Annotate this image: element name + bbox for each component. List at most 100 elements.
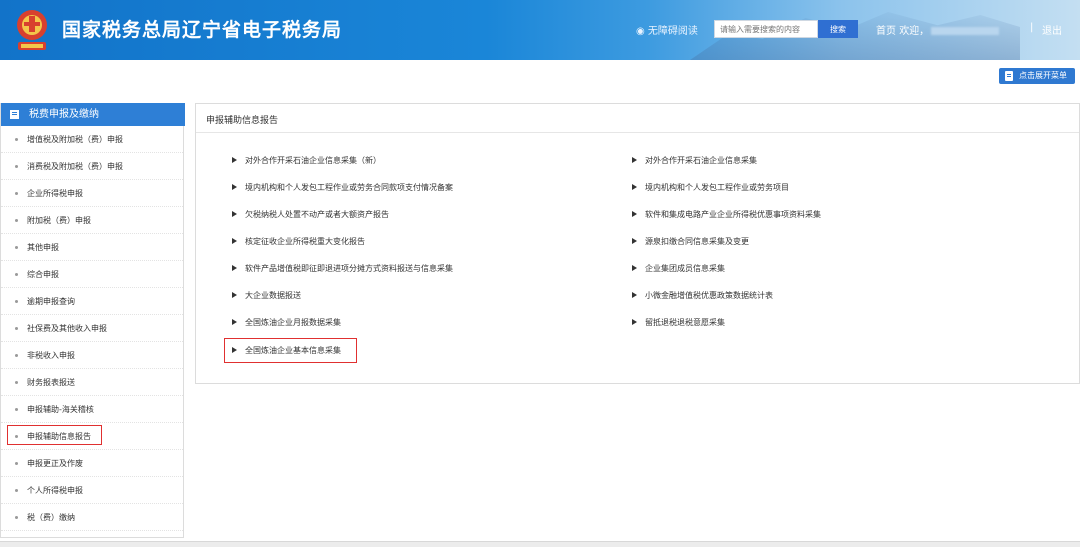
search-button[interactable]: 搜索: [818, 20, 858, 38]
accessible-reading-label: 无障碍阅读: [647, 26, 698, 37]
report-selection-highlight: [224, 338, 357, 363]
caret-right-icon: [232, 291, 237, 298]
report-label: 全国炼油企业月报数据采集: [245, 318, 341, 327]
menu-list-icon: [1005, 71, 1013, 81]
panel-title: 申报辅助信息报告: [206, 116, 279, 126]
home-link[interactable]: 首页: [876, 26, 896, 37]
bullet-icon: [15, 300, 18, 303]
caret-right-icon: [632, 318, 637, 325]
expand-menu-button[interactable]: 点击展开菜单: [999, 68, 1075, 84]
bullet-icon: [15, 246, 18, 249]
report-label: 源泉扣缴合同信息采集及变更: [645, 237, 749, 246]
report-link[interactable]: 软件产品增值税即征即退进项分摊方式资料报送与信息采集: [232, 263, 453, 274]
sidebar-item-label: 财务报表报送: [27, 378, 75, 387]
caret-right-icon: [632, 183, 637, 190]
welcome-text: 欢迎，: [899, 26, 930, 37]
sidebar-item-label: 消费税及附加税（费）申报: [27, 162, 123, 171]
bullet-icon: [15, 354, 18, 357]
caret-right-icon: [632, 237, 637, 244]
caret-right-icon: [632, 210, 637, 217]
sidebar-item-label: 社保费及其他收入申报: [27, 324, 107, 333]
sidebar-item[interactable]: 其他申报: [1, 234, 183, 261]
sidebar-heading-label: 税费申报及缴纳: [29, 109, 99, 120]
header-separator: |: [1030, 22, 1034, 33]
report-link[interactable]: 境内机构和个人发包工程作业或劳务项目: [632, 182, 789, 193]
report-link[interactable]: 留抵退税退税意愿采集: [632, 317, 725, 328]
report-label: 核定征收企业所得税重大变化报告: [245, 237, 365, 246]
divider: [196, 132, 1079, 133]
sidebar-item[interactable]: 申报更正及作废: [1, 450, 183, 477]
sidebar-selection-highlight: [7, 425, 102, 445]
eye-icon: ◉: [636, 26, 645, 37]
report-label: 软件和集成电路产业企业所得税优惠事项资料采集: [645, 210, 821, 219]
document-icon: [10, 110, 19, 119]
logout-link[interactable]: 退出: [1042, 22, 1062, 37]
bullet-icon: [15, 165, 18, 168]
sidebar-item-label: 申报更正及作废: [27, 459, 83, 468]
search-input[interactable]: [714, 20, 818, 38]
report-label: 境内机构和个人发包工程作业或劳务合同款项支付情况备案: [245, 183, 453, 192]
sidebar-item[interactable]: 税（费）缴纳: [1, 504, 183, 531]
report-label: 对外合作开采石油企业信息采集（新）: [245, 156, 381, 165]
report-label: 大企业数据报送: [245, 291, 301, 300]
report-link[interactable]: 软件和集成电路产业企业所得税优惠事项资料采集: [632, 209, 821, 220]
report-label: 留抵退税退税意愿采集: [645, 318, 725, 327]
bullet-icon: [15, 273, 18, 276]
bullet-icon: [15, 381, 18, 384]
sidebar-item[interactable]: 企业所得税申报: [1, 180, 183, 207]
report-label: 软件产品增值税即征即退进项分摊方式资料报送与信息采集: [245, 264, 453, 273]
report-label: 小微金融增值税优惠政策数据统计表: [645, 291, 773, 300]
sidebar-heading[interactable]: 税费申报及缴纳: [1, 103, 185, 126]
caret-right-icon: [232, 264, 237, 271]
sidebar-item-label: 逾期申报查询: [27, 297, 75, 306]
bullet-icon: [15, 408, 18, 411]
horizontal-scrollbar[interactable]: [0, 541, 1080, 547]
sidebar-item-label: 其他申报: [27, 243, 59, 252]
report-label: 欠税纳税人处置不动产或者大额资产报告: [245, 210, 389, 219]
caret-right-icon: [232, 156, 237, 163]
report-label: 企业集团成员信息采集: [645, 264, 725, 273]
report-link[interactable]: 境内机构和个人发包工程作业或劳务合同款项支付情况备案: [232, 182, 453, 193]
report-link[interactable]: 企业集团成员信息采集: [632, 263, 725, 274]
bullet-icon: [15, 462, 18, 465]
sidebar-item[interactable]: 个人所得税申报: [1, 477, 183, 504]
sidebar-item-label: 增值税及附加税（费）申报: [27, 135, 123, 144]
report-link[interactable]: 大企业数据报送: [232, 290, 301, 301]
sidebar-item-label: 税（费）缴纳: [27, 513, 75, 522]
report-link[interactable]: 对外合作开采石油企业信息采集（新）: [232, 155, 381, 166]
sidebar-item-label: 申报辅助-海关稽核: [27, 405, 94, 414]
sidebar-item[interactable]: 增值税及附加税（费）申报: [1, 126, 183, 153]
caret-right-icon: [632, 291, 637, 298]
sidebar-item[interactable]: 逾期申报查询: [1, 288, 183, 315]
bullet-icon: [15, 138, 18, 141]
bullet-icon: [15, 516, 18, 519]
sidebar-item-label: 非税收入申报: [27, 351, 75, 360]
sidebar-item[interactable]: 申报辅助-海关稽核: [1, 396, 183, 423]
accessible-reading-link[interactable]: ◉ 无障碍阅读: [636, 22, 698, 37]
sidebar-item[interactable]: 附加税（费）申报: [1, 207, 183, 234]
caret-right-icon: [632, 264, 637, 271]
user-name-redacted: [931, 27, 1000, 35]
expand-menu-label: 点击展开菜单: [1019, 71, 1067, 80]
report-link[interactable]: 全国炼油企业月报数据采集: [232, 317, 341, 328]
sidebar-item-label: 附加税（费）申报: [27, 216, 91, 225]
report-label: 对外合作开采石油企业信息采集: [645, 156, 757, 165]
report-link[interactable]: 欠税纳税人处置不动产或者大额资产报告: [232, 209, 389, 220]
site-title: 国家税务总局辽宁省电子税务局: [62, 19, 343, 41]
sidebar-item[interactable]: 综合申报: [1, 261, 183, 288]
caret-right-icon: [232, 183, 237, 190]
sidebar-item[interactable]: 社保费及其他收入申报: [1, 315, 183, 342]
sidebar-item-label: 企业所得税申报: [27, 189, 83, 198]
report-link[interactable]: 对外合作开采石油企业信息采集: [632, 155, 757, 166]
sidebar-item[interactable]: 消费税及附加税（费）申报: [1, 153, 183, 180]
report-link[interactable]: 源泉扣缴合同信息采集及变更: [632, 236, 749, 247]
sidebar-item[interactable]: 非税收入申报: [1, 342, 183, 369]
caret-right-icon: [232, 210, 237, 217]
caret-right-icon: [232, 318, 237, 325]
report-link[interactable]: 小微金融增值税优惠政策数据统计表: [632, 290, 773, 301]
report-link[interactable]: 核定征收企业所得税重大变化报告: [232, 236, 365, 247]
tax-emblem-icon: [17, 10, 47, 50]
sidebar-item[interactable]: 财务报表报送: [1, 369, 183, 396]
sidebar-item-label: 个人所得税申报: [27, 486, 83, 495]
caret-right-icon: [632, 156, 637, 163]
